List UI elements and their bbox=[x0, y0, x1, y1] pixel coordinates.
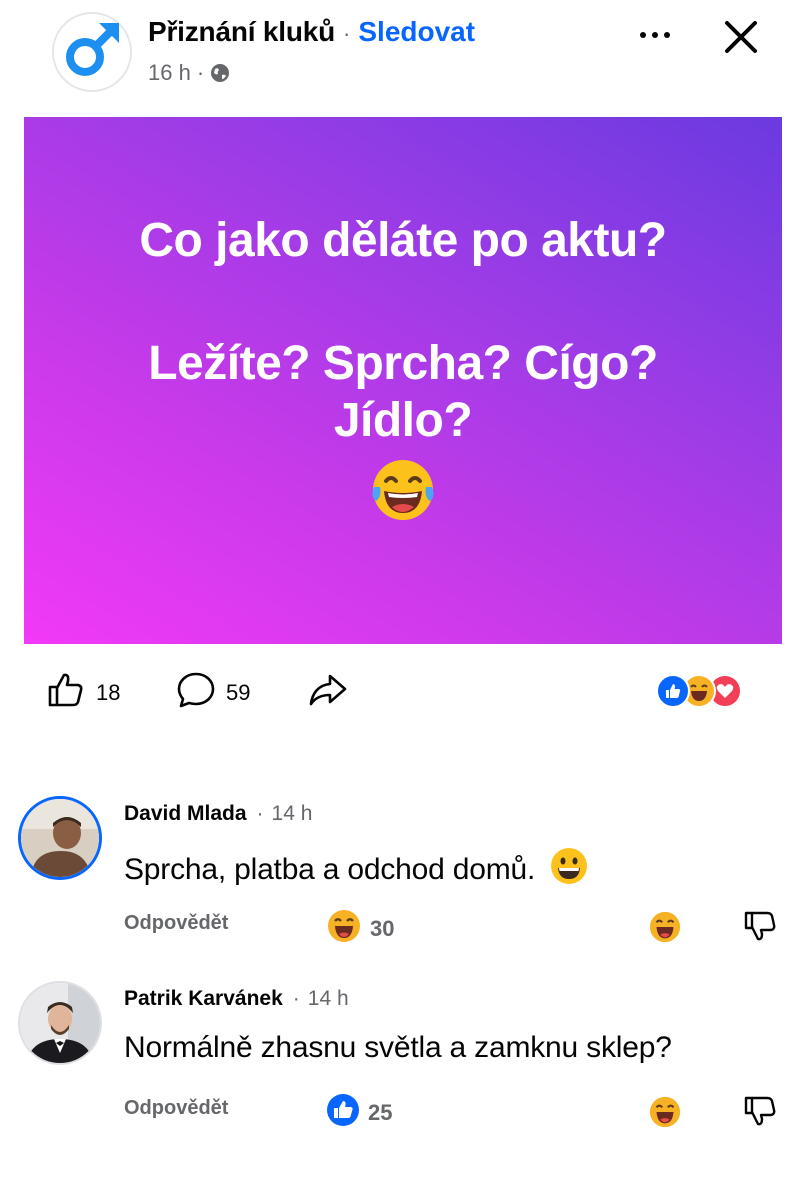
comment-reaction-summary[interactable]: 25 bbox=[326, 1093, 392, 1133]
haha-react-button[interactable] bbox=[648, 1095, 682, 1134]
comment-text: Sprcha, platba a odchod domů. bbox=[124, 853, 536, 886]
like-icon bbox=[326, 1093, 360, 1133]
comment-reaction-count: 25 bbox=[368, 1100, 393, 1125]
avatar[interactable] bbox=[18, 981, 102, 1065]
comment-count: 59 bbox=[226, 680, 251, 705]
share-icon bbox=[308, 670, 348, 716]
post-line-options: Ležíte? Sprcha? Cígo? bbox=[148, 336, 658, 390]
reply-button[interactable]: Odpovědět bbox=[124, 912, 228, 935]
globe-icon bbox=[210, 63, 230, 83]
separator: · bbox=[343, 21, 351, 46]
page-avatar[interactable] bbox=[52, 12, 132, 92]
comment-author[interactable]: David Mlada bbox=[124, 802, 247, 826]
more-icon[interactable] bbox=[630, 20, 680, 50]
like-icon bbox=[656, 674, 690, 708]
tears-of-joy-emoji-icon bbox=[368, 455, 438, 530]
comment-time[interactable]: 14 h bbox=[247, 802, 313, 826]
comment-item: David Mlada 14 h Sprcha, platba a odchod… bbox=[0, 790, 812, 960]
comment-button[interactable]: 59 bbox=[176, 670, 250, 716]
comment-item: Patrik Karvánek 14 h Normálně zhasnu svě… bbox=[0, 975, 812, 1145]
like-button[interactable]: 18 bbox=[46, 670, 120, 716]
like-count: 18 bbox=[96, 680, 121, 705]
reaction-summary[interactable] bbox=[656, 674, 742, 708]
close-icon[interactable] bbox=[718, 14, 764, 60]
male-symbol-icon bbox=[59, 17, 125, 88]
comment-reaction-count: 30 bbox=[370, 916, 395, 941]
grinning-emoji-icon bbox=[549, 846, 589, 894]
post-content[interactable]: Co jako děláte po aktu? Ležíte? Sprcha? … bbox=[24, 117, 782, 644]
comment-reaction-summary[interactable]: 30 bbox=[326, 908, 394, 950]
follow-button[interactable]: Sledovat bbox=[358, 16, 475, 48]
avatar[interactable] bbox=[18, 796, 102, 880]
thumbs-up-icon bbox=[46, 670, 86, 716]
post-actions: 18 59 bbox=[0, 660, 812, 720]
thumbs-down-icon[interactable] bbox=[742, 1093, 778, 1134]
meta-separator: · bbox=[196, 60, 205, 85]
thumbs-down-icon[interactable] bbox=[742, 908, 778, 949]
comment-icon bbox=[176, 670, 216, 716]
post-line-question: Co jako děláte po aktu? bbox=[139, 214, 667, 267]
comment-time[interactable]: 14 h bbox=[283, 987, 349, 1011]
reply-button[interactable]: Odpovědět bbox=[124, 1097, 228, 1120]
haha-icon bbox=[326, 908, 362, 950]
share-button[interactable] bbox=[308, 670, 348, 716]
haha-react-button[interactable] bbox=[648, 910, 682, 949]
post-line-food: Jídlo? bbox=[333, 393, 473, 447]
page-name[interactable]: Přiznání kluků bbox=[148, 16, 335, 48]
comment-author[interactable]: Patrik Karvánek bbox=[124, 987, 283, 1011]
comment-text: Normálně zhasnu světla a zamknu sklep? bbox=[124, 1031, 672, 1064]
post-time[interactable]: 16 h bbox=[148, 60, 191, 86]
post-header: Přiznání kluků · Sledovat 16 h · bbox=[0, 0, 812, 110]
